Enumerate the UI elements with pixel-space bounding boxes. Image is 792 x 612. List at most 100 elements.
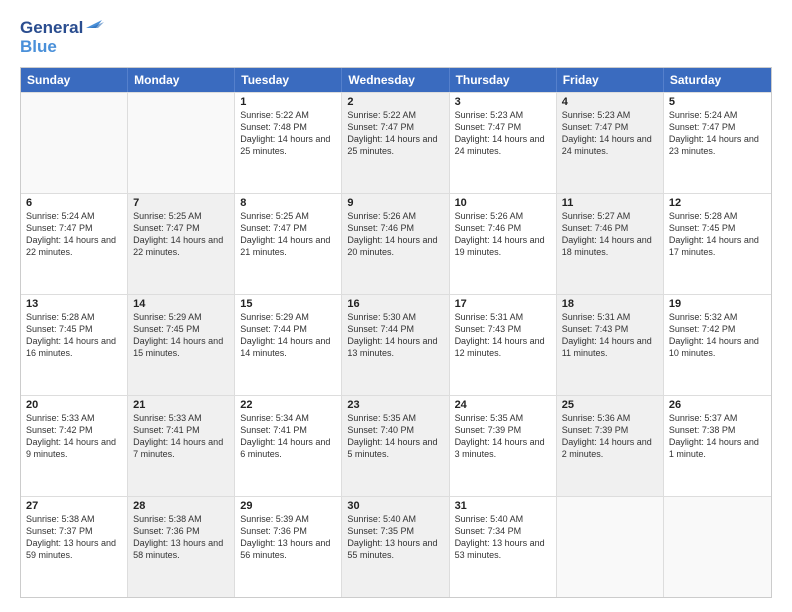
daylight-text: Daylight: 14 hours and 21 minutes. bbox=[240, 234, 336, 258]
calendar-header-cell: Wednesday bbox=[342, 68, 449, 92]
day-number: 25 bbox=[562, 399, 658, 411]
sunrise-text: Sunrise: 5:29 AM bbox=[133, 311, 229, 323]
sunset-text: Sunset: 7:35 PM bbox=[347, 525, 443, 537]
day-number: 18 bbox=[562, 298, 658, 310]
sunrise-text: Sunrise: 5:37 AM bbox=[669, 412, 766, 424]
calendar-week-row: 27Sunrise: 5:38 AMSunset: 7:37 PMDayligh… bbox=[21, 496, 771, 597]
sunset-text: Sunset: 7:34 PM bbox=[455, 525, 551, 537]
daylight-text: Daylight: 14 hours and 1 minute. bbox=[669, 436, 766, 460]
sunset-text: Sunset: 7:39 PM bbox=[562, 424, 658, 436]
sunset-text: Sunset: 7:45 PM bbox=[669, 222, 766, 234]
calendar-cell: 20Sunrise: 5:33 AMSunset: 7:42 PMDayligh… bbox=[21, 396, 128, 496]
day-number: 8 bbox=[240, 197, 336, 209]
calendar-cell: 14Sunrise: 5:29 AMSunset: 7:45 PMDayligh… bbox=[128, 295, 235, 395]
calendar-header-cell: Tuesday bbox=[235, 68, 342, 92]
sunset-text: Sunset: 7:45 PM bbox=[26, 323, 122, 335]
day-number: 6 bbox=[26, 197, 122, 209]
sunset-text: Sunset: 7:47 PM bbox=[347, 121, 443, 133]
daylight-text: Daylight: 14 hours and 19 minutes. bbox=[455, 234, 551, 258]
sunrise-text: Sunrise: 5:38 AM bbox=[133, 513, 229, 525]
calendar-cell: 29Sunrise: 5:39 AMSunset: 7:36 PMDayligh… bbox=[235, 497, 342, 597]
logo-blue: Blue bbox=[20, 38, 108, 57]
calendar-cell: 18Sunrise: 5:31 AMSunset: 7:43 PMDayligh… bbox=[557, 295, 664, 395]
sunset-text: Sunset: 7:37 PM bbox=[26, 525, 122, 537]
daylight-text: Daylight: 14 hours and 18 minutes. bbox=[562, 234, 658, 258]
daylight-text: Daylight: 14 hours and 2 minutes. bbox=[562, 436, 658, 460]
daylight-text: Daylight: 14 hours and 10 minutes. bbox=[669, 335, 766, 359]
day-number: 5 bbox=[669, 96, 766, 108]
calendar-cell: 21Sunrise: 5:33 AMSunset: 7:41 PMDayligh… bbox=[128, 396, 235, 496]
sunrise-text: Sunrise: 5:30 AM bbox=[347, 311, 443, 323]
sunrise-text: Sunrise: 5:23 AM bbox=[455, 109, 551, 121]
daylight-text: Daylight: 13 hours and 55 minutes. bbox=[347, 537, 443, 561]
header: General Blue bbox=[20, 18, 772, 57]
logo: General Blue bbox=[20, 18, 108, 57]
sunset-text: Sunset: 7:38 PM bbox=[669, 424, 766, 436]
sunrise-text: Sunrise: 5:40 AM bbox=[455, 513, 551, 525]
day-number: 11 bbox=[562, 197, 658, 209]
day-number: 9 bbox=[347, 197, 443, 209]
calendar-body: 1Sunrise: 5:22 AMSunset: 7:48 PMDaylight… bbox=[21, 92, 771, 597]
page: General Blue SundayMondayTuesdayWednesda… bbox=[0, 0, 792, 612]
daylight-text: Daylight: 14 hours and 25 minutes. bbox=[347, 133, 443, 157]
calendar-cell: 13Sunrise: 5:28 AMSunset: 7:45 PMDayligh… bbox=[21, 295, 128, 395]
calendar-cell: 2Sunrise: 5:22 AMSunset: 7:47 PMDaylight… bbox=[342, 93, 449, 193]
sunset-text: Sunset: 7:47 PM bbox=[26, 222, 122, 234]
sunrise-text: Sunrise: 5:33 AM bbox=[133, 412, 229, 424]
calendar-header-row: SundayMondayTuesdayWednesdayThursdayFrid… bbox=[21, 68, 771, 92]
daylight-text: Daylight: 14 hours and 7 minutes. bbox=[133, 436, 229, 460]
sunrise-text: Sunrise: 5:26 AM bbox=[455, 210, 551, 222]
sunrise-text: Sunrise: 5:38 AM bbox=[26, 513, 122, 525]
logo-general: General bbox=[20, 19, 83, 38]
day-number: 30 bbox=[347, 500, 443, 512]
daylight-text: Daylight: 14 hours and 12 minutes. bbox=[455, 335, 551, 359]
day-number: 10 bbox=[455, 197, 551, 209]
sunset-text: Sunset: 7:45 PM bbox=[133, 323, 229, 335]
daylight-text: Daylight: 13 hours and 59 minutes. bbox=[26, 537, 122, 561]
daylight-text: Daylight: 14 hours and 3 minutes. bbox=[455, 436, 551, 460]
sunrise-text: Sunrise: 5:27 AM bbox=[562, 210, 658, 222]
calendar-cell: 17Sunrise: 5:31 AMSunset: 7:43 PMDayligh… bbox=[450, 295, 557, 395]
calendar-week-row: 6Sunrise: 5:24 AMSunset: 7:47 PMDaylight… bbox=[21, 193, 771, 294]
sunrise-text: Sunrise: 5:36 AM bbox=[562, 412, 658, 424]
sunset-text: Sunset: 7:36 PM bbox=[240, 525, 336, 537]
sunset-text: Sunset: 7:42 PM bbox=[26, 424, 122, 436]
day-number: 13 bbox=[26, 298, 122, 310]
day-number: 1 bbox=[240, 96, 336, 108]
day-number: 21 bbox=[133, 399, 229, 411]
day-number: 7 bbox=[133, 197, 229, 209]
calendar-cell: 19Sunrise: 5:32 AMSunset: 7:42 PMDayligh… bbox=[664, 295, 771, 395]
sunrise-text: Sunrise: 5:33 AM bbox=[26, 412, 122, 424]
calendar-cell: 11Sunrise: 5:27 AMSunset: 7:46 PMDayligh… bbox=[557, 194, 664, 294]
sunset-text: Sunset: 7:47 PM bbox=[562, 121, 658, 133]
day-number: 12 bbox=[669, 197, 766, 209]
daylight-text: Daylight: 14 hours and 22 minutes. bbox=[26, 234, 122, 258]
day-number: 31 bbox=[455, 500, 551, 512]
daylight-text: Daylight: 14 hours and 25 minutes. bbox=[240, 133, 336, 157]
sunrise-text: Sunrise: 5:31 AM bbox=[455, 311, 551, 323]
calendar-cell: 1Sunrise: 5:22 AMSunset: 7:48 PMDaylight… bbox=[235, 93, 342, 193]
day-number: 20 bbox=[26, 399, 122, 411]
calendar-header-cell: Monday bbox=[128, 68, 235, 92]
calendar-cell bbox=[21, 93, 128, 193]
day-number: 4 bbox=[562, 96, 658, 108]
calendar-cell: 9Sunrise: 5:26 AMSunset: 7:46 PMDaylight… bbox=[342, 194, 449, 294]
sunset-text: Sunset: 7:36 PM bbox=[133, 525, 229, 537]
day-number: 15 bbox=[240, 298, 336, 310]
sunset-text: Sunset: 7:46 PM bbox=[455, 222, 551, 234]
sunrise-text: Sunrise: 5:25 AM bbox=[240, 210, 336, 222]
daylight-text: Daylight: 14 hours and 23 minutes. bbox=[669, 133, 766, 157]
day-number: 16 bbox=[347, 298, 443, 310]
sunset-text: Sunset: 7:48 PM bbox=[240, 121, 336, 133]
sunset-text: Sunset: 7:43 PM bbox=[455, 323, 551, 335]
calendar-cell: 5Sunrise: 5:24 AMSunset: 7:47 PMDaylight… bbox=[664, 93, 771, 193]
daylight-text: Daylight: 14 hours and 5 minutes. bbox=[347, 436, 443, 460]
day-number: 23 bbox=[347, 399, 443, 411]
sunrise-text: Sunrise: 5:29 AM bbox=[240, 311, 336, 323]
calendar-cell: 7Sunrise: 5:25 AMSunset: 7:47 PMDaylight… bbox=[128, 194, 235, 294]
sunset-text: Sunset: 7:41 PM bbox=[240, 424, 336, 436]
day-number: 26 bbox=[669, 399, 766, 411]
sunrise-text: Sunrise: 5:22 AM bbox=[240, 109, 336, 121]
sunset-text: Sunset: 7:43 PM bbox=[562, 323, 658, 335]
sunrise-text: Sunrise: 5:35 AM bbox=[455, 412, 551, 424]
